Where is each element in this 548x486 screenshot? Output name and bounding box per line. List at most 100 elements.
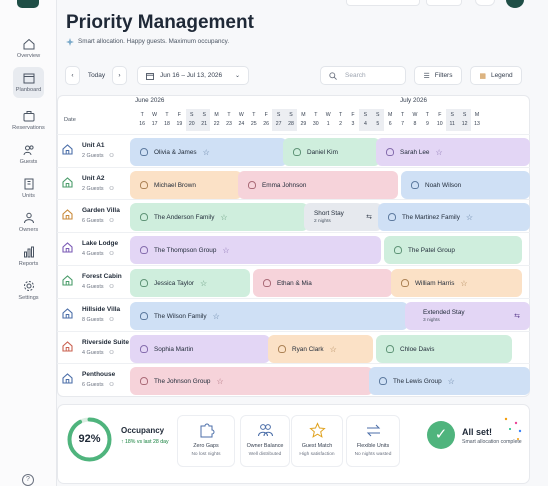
topbar-pill[interactable]: [346, 0, 420, 6]
metric-title: Owner Balance: [246, 443, 284, 449]
sidebar-item-units[interactable]: Units: [0, 178, 57, 199]
topbar-pill[interactable]: [426, 0, 462, 6]
guest-icon: [401, 279, 409, 287]
day-header: M 13: [471, 109, 483, 131]
star-icon: ☆: [465, 212, 474, 222]
booking-name: Ryan Clark: [292, 345, 324, 353]
booking-block[interactable]: The Lewis Group ☆: [369, 367, 530, 395]
guest-icon: [248, 181, 256, 189]
booking-name: The Thompson Group: [154, 246, 217, 254]
booking-block[interactable]: Olivia & James ☆: [130, 138, 287, 166]
weekday-label: T: [140, 112, 144, 118]
booking-block[interactable]: The Wilson Family ☆: [130, 302, 408, 330]
booking-block[interactable]: William Harris ☆: [391, 269, 522, 297]
legend-label: Legend: [490, 72, 513, 79]
booking-block[interactable]: Daniel Kim: [283, 138, 380, 166]
booking-block[interactable]: Michael Brown: [130, 171, 242, 199]
next-button[interactable]: ›: [112, 66, 127, 85]
booking-name: Olivia & James: [154, 148, 197, 156]
people-icon: ⚇: [109, 284, 114, 290]
day-header: F 19: [173, 109, 185, 131]
search-input[interactable]: Search: [320, 66, 406, 85]
people-icon: ⚇: [109, 153, 114, 159]
guest-icon: [140, 246, 148, 254]
day-header: W 24: [235, 109, 247, 131]
people-icon: ⚇: [109, 317, 114, 323]
owners-icon: [23, 212, 34, 224]
booking-block[interactable]: Chloe Davis: [376, 335, 512, 363]
sidebar-item-owners[interactable]: Owners: [0, 212, 57, 233]
unit-guests: 4 Guests ⚇: [82, 350, 114, 356]
day-header: S 21: [198, 109, 211, 131]
avatar[interactable]: [506, 0, 524, 8]
day-number: 28: [288, 121, 294, 127]
metric-title: Guest Match: [301, 443, 333, 449]
booking-nights: 3 nights: [423, 318, 440, 323]
house-icon: [62, 242, 73, 253]
weekday-label: S: [450, 112, 454, 118]
booking-nights: 2 nights: [314, 219, 331, 224]
day-number: 30: [312, 121, 319, 127]
help-icon[interactable]: ?: [22, 474, 34, 486]
booking-block[interactable]: The Anderson Family ☆: [130, 203, 308, 231]
today-button[interactable]: Today: [84, 66, 109, 85]
row-divider: [57, 167, 530, 168]
sidebar-item-overview[interactable]: Overview: [0, 38, 57, 59]
weekday-label: S: [276, 112, 281, 118]
booking-block[interactable]: The Thompson Group ☆: [130, 236, 381, 264]
weekday-label: F: [351, 112, 355, 118]
sidebar-item-guests[interactable]: Guests: [0, 144, 57, 165]
guest-icon: [278, 345, 286, 353]
unit-guests: 6 Guests ⚇: [82, 382, 114, 388]
day-number: 19: [176, 121, 183, 127]
weekday-label: W: [238, 112, 244, 118]
sidebar-item-planboard[interactable]: Planboard: [0, 67, 57, 98]
weekday-label: T: [425, 112, 429, 118]
unit-guests: 8 Guests ⚇: [82, 317, 114, 323]
booking-block[interactable]: Sophia Martin: [130, 335, 270, 363]
weekday-label: M: [301, 112, 306, 118]
day-header: T 16: [136, 109, 148, 131]
booking-block[interactable]: Ryan Clark ☆: [268, 335, 373, 363]
guest-count: 8 Guests: [82, 317, 104, 323]
unit-guests: 4 Guests ⚇: [82, 251, 114, 257]
booking-block[interactable]: Extended Stay 3 nights ⇆: [405, 302, 530, 330]
booking-block[interactable]: The Johnson Group ☆: [130, 367, 373, 395]
sidebar-item-reservations[interactable]: Reservations: [0, 110, 57, 131]
booking-block[interactable]: The Patel Group: [384, 236, 522, 264]
logo: [17, 0, 39, 8]
booking-block[interactable]: Ethan & Mia: [253, 269, 392, 297]
day-header: W1: [322, 109, 334, 131]
day-number: 26: [263, 121, 270, 127]
legend-button[interactable]: ▦ Legend: [470, 66, 522, 85]
sidebar-item-settings[interactable]: Settings: [0, 280, 57, 301]
sidebar-item-reports[interactable]: Reports: [0, 246, 57, 267]
booking-name: Short Stay: [314, 210, 344, 217]
booking-block[interactable]: The Martinez Family ☆: [378, 203, 530, 231]
booking-block[interactable]: Jessica Taylor ☆: [130, 269, 250, 297]
topbar-button[interactable]: [475, 0, 495, 6]
prev-button[interactable]: ‹: [65, 66, 80, 85]
day-number: 10: [436, 121, 443, 127]
booking-block[interactable]: Short Stay 2 nights ⇆: [304, 203, 382, 231]
weekday-label: S: [363, 112, 368, 118]
star-icon: ☆: [447, 376, 455, 386]
booking-block[interactable]: Emma Johnson: [238, 171, 398, 199]
booking-name: Sophia Martin: [154, 345, 194, 353]
row-divider: [57, 199, 530, 200]
calendar-icon: [23, 73, 34, 84]
star-icon: [309, 422, 326, 438]
day-number: 2: [339, 121, 343, 127]
booking-block[interactable]: Sarah Lee ☆: [376, 138, 530, 166]
date-range-picker[interactable]: Jun 16 – Jul 13, 2026 ⌄: [137, 66, 249, 85]
sidebar-item-label: Units: [22, 193, 35, 199]
weekday-label: F: [438, 112, 442, 118]
weekday-label: S: [376, 112, 380, 118]
day-number: 18: [164, 121, 170, 127]
check-icon: ✓: [427, 421, 455, 449]
sidebar-item-label: Settings: [18, 295, 39, 301]
filters-button[interactable]: ☰ Filters: [414, 66, 462, 85]
page-title: Priority Management: [66, 12, 254, 33]
booking-block[interactable]: Noah Wilson: [401, 171, 530, 199]
house-icon: [62, 209, 73, 220]
